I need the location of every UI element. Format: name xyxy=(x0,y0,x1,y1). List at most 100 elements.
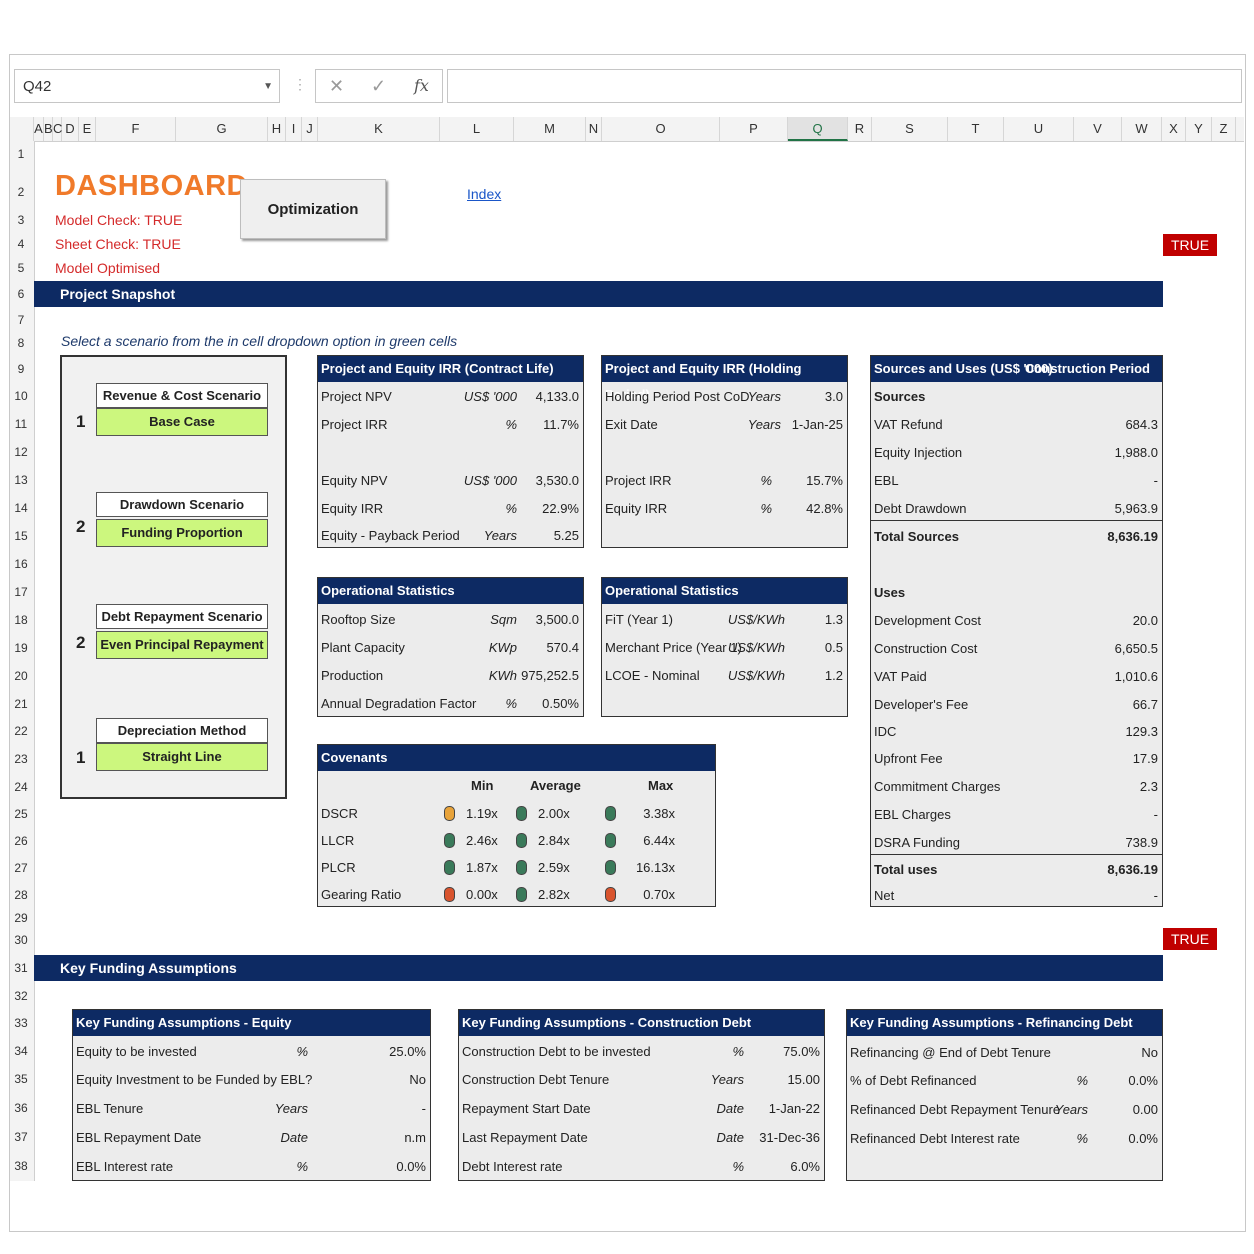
row-header[interactable]: 19 xyxy=(10,641,32,655)
fx-icon[interactable]: fx xyxy=(414,76,429,95)
row-header[interactable]: 21 xyxy=(10,697,32,711)
row-header[interactable]: 2 xyxy=(10,185,32,199)
row-header[interactable]: 37 xyxy=(10,1130,32,1144)
column-header-l[interactable]: L xyxy=(440,117,514,141)
column-header-f[interactable]: F xyxy=(96,117,176,141)
row-header[interactable]: 26 xyxy=(10,834,32,848)
status-badge: TRUE xyxy=(1163,928,1217,950)
row-header[interactable]: 14 xyxy=(10,501,32,515)
row-header[interactable]: 5 xyxy=(10,261,32,275)
column-header-h[interactable]: H xyxy=(268,117,286,141)
row-header[interactable]: 8 xyxy=(10,336,32,350)
column-header-d[interactable]: D xyxy=(62,117,79,141)
column-header-w[interactable]: W xyxy=(1122,117,1162,141)
drag-handle-icon[interactable]: ⋮ xyxy=(293,76,307,93)
row-label: Construction Cost xyxy=(874,641,978,656)
row-value: 1-Jan-22 xyxy=(768,1101,820,1116)
column-header-u[interactable]: U xyxy=(1004,117,1074,141)
chevron-down-icon[interactable]: ▼ xyxy=(263,70,273,104)
column-header-r[interactable]: R xyxy=(848,117,872,141)
index-link[interactable]: Index xyxy=(467,186,501,202)
divider xyxy=(871,520,1162,521)
row-header[interactable]: 30 xyxy=(10,933,32,947)
row-label: Plant Capacity xyxy=(321,640,405,655)
row-header[interactable]: 3 xyxy=(10,213,32,227)
column-header-i[interactable]: I xyxy=(286,117,302,141)
row-header[interactable]: 27 xyxy=(10,861,32,875)
column-header-a[interactable]: A xyxy=(34,117,44,141)
row-label: Equity - Payback Period xyxy=(321,528,460,543)
row-header[interactable]: 7 xyxy=(10,313,32,327)
column-header-s[interactable]: S xyxy=(872,117,948,141)
column-header-m[interactable]: M xyxy=(514,117,586,141)
name-box[interactable]: Q42 ▼ xyxy=(14,69,280,103)
row-header[interactable]: 32 xyxy=(10,989,32,1003)
row-header[interactable]: 10 xyxy=(10,389,32,403)
row-header[interactable]: 1 xyxy=(10,147,32,161)
row-header[interactable]: 31 xyxy=(10,961,32,975)
column-header-n[interactable]: N xyxy=(586,117,602,141)
select-all-corner[interactable] xyxy=(10,117,34,141)
scenario-dropdown[interactable]: Straight Line xyxy=(96,743,268,771)
row-header[interactable]: 28 xyxy=(10,888,32,902)
row-header[interactable]: 13 xyxy=(10,473,32,487)
row-header[interactable]: 22 xyxy=(10,724,32,738)
page-title: DASHBOARD xyxy=(55,170,248,202)
row-header[interactable]: 4 xyxy=(10,237,32,251)
column-header-z[interactable]: Z xyxy=(1212,117,1236,141)
column-header-b[interactable]: B xyxy=(44,117,53,141)
column-header-g[interactable]: G xyxy=(176,117,268,141)
row-label: Gearing Ratio xyxy=(321,887,402,902)
row-value: 1,010.6 xyxy=(1114,669,1158,684)
column-header-k[interactable]: K xyxy=(318,117,440,141)
row-label: Repayment Start Date xyxy=(462,1101,591,1116)
row-value: 8,636.19 xyxy=(1107,862,1158,877)
column-header-j[interactable]: J xyxy=(302,117,318,141)
scenario-dropdown[interactable]: Even Principal Repayment xyxy=(96,631,268,659)
row-header[interactable]: 23 xyxy=(10,752,32,766)
row-value: 20.0 xyxy=(1132,613,1158,628)
row-header[interactable]: 16 xyxy=(10,557,32,571)
column-header-x[interactable]: X xyxy=(1162,117,1186,141)
cancel-icon[interactable]: ✕ xyxy=(329,76,344,97)
column-header-v[interactable]: V xyxy=(1074,117,1122,141)
column-header-y[interactable]: Y xyxy=(1186,117,1212,141)
row-header[interactable]: 17 xyxy=(10,585,32,599)
row-header[interactable]: 36 xyxy=(10,1101,32,1115)
row-label: Total uses xyxy=(874,862,938,877)
row-header[interactable]: 15 xyxy=(10,529,32,543)
row-header[interactable]: 11 xyxy=(10,417,32,431)
column-header-p[interactable]: P xyxy=(720,117,788,141)
row-header[interactable]: 34 xyxy=(10,1044,32,1058)
row-header[interactable]: 38 xyxy=(10,1159,32,1173)
panel-title: Covenants xyxy=(318,745,715,771)
row-value: 129.3 xyxy=(1125,724,1158,739)
column-header-c[interactable]: C xyxy=(53,117,62,141)
optimization-button[interactable]: Optimization xyxy=(240,179,386,239)
column-header-q[interactable]: Q xyxy=(788,117,848,141)
row-label: EBL Tenure xyxy=(76,1101,144,1116)
scenario-dropdown[interactable]: Base Case xyxy=(96,408,268,436)
row-header[interactable]: 35 xyxy=(10,1072,32,1086)
row-label: Debt Interest rate xyxy=(462,1159,563,1174)
row-header[interactable]: 33 xyxy=(10,1016,32,1030)
row-header[interactable]: 18 xyxy=(10,613,32,627)
row-header[interactable]: 25 xyxy=(10,807,32,821)
row-header[interactable]: 6 xyxy=(10,287,32,301)
formula-input[interactable] xyxy=(447,69,1242,103)
panel-title: Key Funding Assumptions - Refinancing De… xyxy=(847,1010,1162,1036)
scenario-dropdown[interactable]: Funding Proportion xyxy=(96,519,268,547)
enter-icon[interactable]: ✓ xyxy=(371,76,386,97)
row-unit: % xyxy=(1076,1131,1088,1146)
row-header[interactable]: 12 xyxy=(10,445,32,459)
row-header[interactable]: 20 xyxy=(10,669,32,683)
status-light-icon xyxy=(516,806,527,821)
row-value: 75.0% xyxy=(783,1044,820,1059)
row-unit: Years xyxy=(483,528,517,543)
column-header-t[interactable]: T xyxy=(948,117,1004,141)
row-header[interactable]: 24 xyxy=(10,780,32,794)
row-header[interactable]: 9 xyxy=(10,362,32,376)
column-header-o[interactable]: O xyxy=(602,117,720,141)
column-header-e[interactable]: E xyxy=(79,117,96,141)
row-header[interactable]: 29 xyxy=(10,911,32,925)
